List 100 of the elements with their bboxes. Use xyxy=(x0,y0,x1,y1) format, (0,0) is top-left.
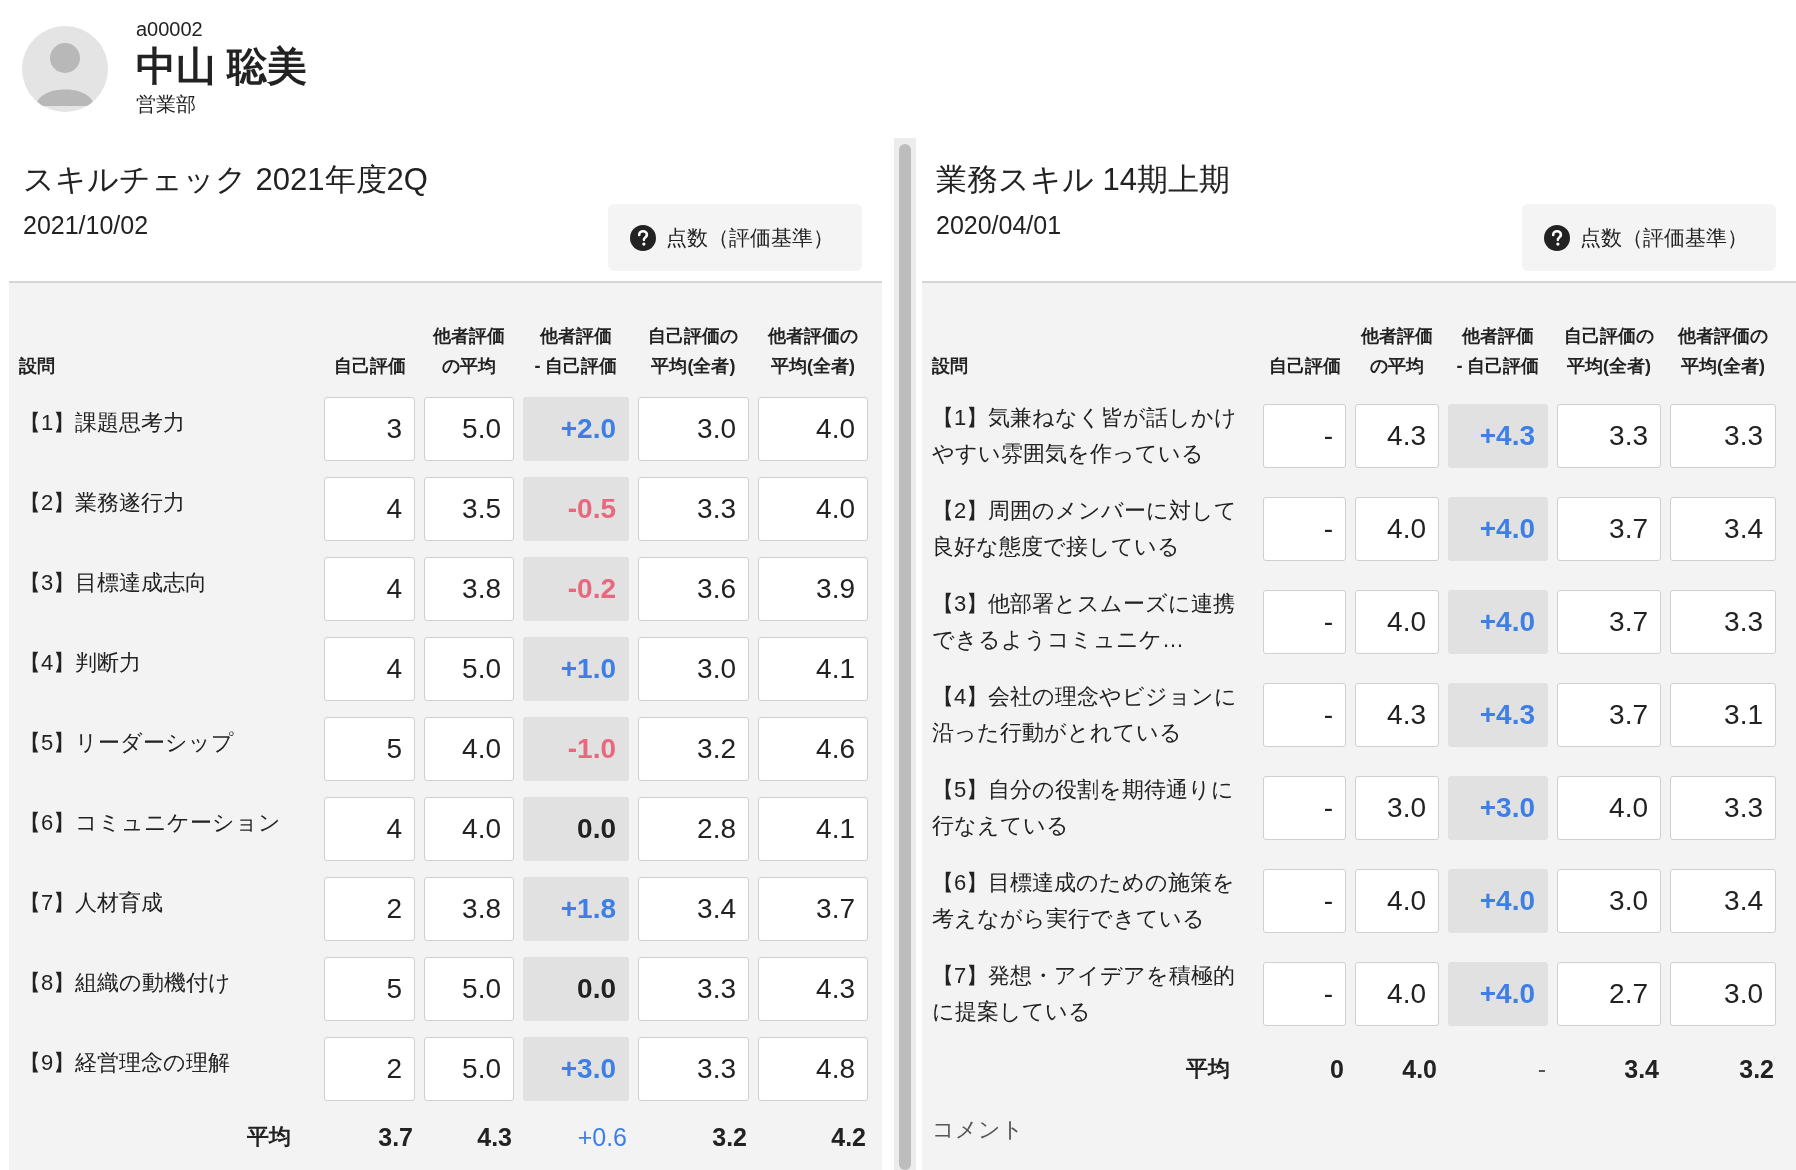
score-cell: 3.0 xyxy=(638,637,749,701)
score-cell: 3.0 xyxy=(1670,962,1776,1026)
score-cell: 4.0 xyxy=(1355,497,1439,561)
column-header: 他者評価 - 自己評価 xyxy=(1455,325,1541,378)
score-cell: 4 xyxy=(324,557,415,621)
score-cell: 5 xyxy=(324,957,415,1021)
average-value: 3.4 xyxy=(1623,1054,1660,1085)
difference-cell: +4.3 xyxy=(1448,683,1548,747)
score-cell: 4 xyxy=(324,797,415,861)
score-cell: 5 xyxy=(324,717,415,781)
question-label: 【6】コミュニケーション xyxy=(19,809,283,837)
question-label: 【2】業務遂行力 xyxy=(19,489,187,517)
score-cell: 4.1 xyxy=(758,637,868,701)
column-header: 自己評価 xyxy=(1267,355,1342,378)
criteria-button[interactable]: 点数（評価基準） xyxy=(1522,204,1776,271)
difference-cell: -1.0 xyxy=(523,717,629,781)
score-cell: 4.0 xyxy=(424,797,514,861)
score-cell: 5.0 xyxy=(424,957,514,1021)
average-label: 平均 xyxy=(246,1123,292,1151)
score-cell: 5.0 xyxy=(424,1037,514,1101)
score-cell: 3.7 xyxy=(1557,497,1661,561)
difference-cell: 0.0 xyxy=(523,797,629,861)
difference-cell: +4.0 xyxy=(1448,869,1548,933)
score-cell: 3.1 xyxy=(1670,683,1776,747)
score-cell: 4.0 xyxy=(1355,869,1439,933)
score-cell: 3.3 xyxy=(638,957,749,1021)
difference-cell: +4.0 xyxy=(1448,497,1548,561)
difference-cell: -0.2 xyxy=(523,557,629,621)
score-cell: 4.3 xyxy=(1355,683,1439,747)
difference-cell: +3.0 xyxy=(1448,776,1548,840)
score-cell: 4.0 xyxy=(1557,776,1661,840)
score-cell: 3.3 xyxy=(1557,404,1661,468)
difference-cell: +3.0 xyxy=(523,1037,629,1101)
average-value: 3.2 xyxy=(711,1122,748,1153)
score-cell: 4.0 xyxy=(1355,590,1439,654)
score-cell: 3.4 xyxy=(638,877,749,941)
column-header: 他者評価の平均(全者) xyxy=(1677,325,1769,378)
employee-id: a00002 xyxy=(136,18,204,40)
score-cell: 3.7 xyxy=(1557,590,1661,654)
evaluation-date: 2021/10/02 xyxy=(23,210,150,240)
question-label: 【5】リーダーシップ xyxy=(19,729,236,757)
score-cell: 3.3 xyxy=(638,477,749,541)
column-header: 自己評価の平均(全者) xyxy=(1563,325,1655,378)
criteria-button[interactable]: 点数（評価基準） xyxy=(608,204,862,271)
score-cell: - xyxy=(1263,404,1346,468)
column-header: 自己評価の平均(全者) xyxy=(647,325,740,378)
average-value: 3.2 xyxy=(1738,1054,1775,1085)
score-cell: 4.6 xyxy=(758,717,868,781)
score-cell: 4.8 xyxy=(758,1037,868,1101)
score-cell: 3.6 xyxy=(638,557,749,621)
average-value: 4.0 xyxy=(1401,1054,1438,1085)
score-cell: 3.3 xyxy=(638,1037,749,1101)
question-label: 【5】自分の役割を期待通りに行なえている xyxy=(932,776,1236,840)
difference-cell: +2.0 xyxy=(523,397,629,461)
score-cell: 3.7 xyxy=(1557,683,1661,747)
score-cell: 5.0 xyxy=(424,637,514,701)
difference-cell: 0.0 xyxy=(523,957,629,1021)
score-cell: - xyxy=(1263,776,1346,840)
average-value: 4.3 xyxy=(476,1122,513,1153)
score-cell: 4.0 xyxy=(424,717,514,781)
question-label: 【3】目標達成志向 xyxy=(19,569,209,597)
column-header: 他者評価の平均(全者) xyxy=(767,325,859,378)
score-cell: 3.8 xyxy=(424,877,514,941)
score-cell: 3.3 xyxy=(1670,776,1776,840)
question-label: 【8】組織の動機付け xyxy=(19,969,233,997)
score-cell: 3.4 xyxy=(1670,497,1776,561)
score-cell: 4.3 xyxy=(758,957,868,1021)
help-icon xyxy=(1544,224,1570,251)
score-cell: 2 xyxy=(324,877,415,941)
score-cell: 3.5 xyxy=(424,477,514,541)
score-cell: 3.3 xyxy=(1670,404,1776,468)
question-label: 【3】他部署とスムーズに連携できるようコミュニケ… xyxy=(932,590,1237,654)
score-cell: - xyxy=(1263,869,1346,933)
score-cell: 3.8 xyxy=(424,557,514,621)
score-cell: 3.0 xyxy=(1557,869,1661,933)
column-header: 設問 xyxy=(19,355,56,378)
difference-cell: +1.8 xyxy=(523,877,629,941)
department-name: 営業部 xyxy=(136,92,197,116)
question-label: 【9】経営理念の理解 xyxy=(19,1049,232,1077)
question-label: 【4】会社の理念やビジョンに沿った行動がとれている xyxy=(932,683,1239,747)
column-header: 他者評価の平均 xyxy=(1360,325,1434,378)
comment-label: コメント xyxy=(932,1116,1025,1144)
score-cell: 2.8 xyxy=(638,797,749,861)
difference-cell: -0.5 xyxy=(523,477,629,541)
difference-cell: +4.0 xyxy=(1448,590,1548,654)
question-label: 【7】人材育成 xyxy=(19,889,165,917)
column-header: 設問 xyxy=(932,355,969,378)
score-cell: 2.7 xyxy=(1557,962,1661,1026)
score-cell: 4.0 xyxy=(758,397,868,461)
score-cell: - xyxy=(1263,497,1346,561)
score-cell: 4.3 xyxy=(1355,404,1439,468)
score-cell: 3.3 xyxy=(1670,590,1776,654)
score-cell: 4.0 xyxy=(1355,962,1439,1026)
score-cell: 3.4 xyxy=(1670,869,1776,933)
average-value: 3.7 xyxy=(377,1122,414,1153)
score-cell: 3.0 xyxy=(1355,776,1439,840)
score-cell: 3.7 xyxy=(758,877,868,941)
score-cell: - xyxy=(1263,683,1346,747)
scrollbar[interactable] xyxy=(894,138,916,1170)
question-label: 【2】周囲のメンバーに対して良好な態度で接している xyxy=(932,497,1239,561)
